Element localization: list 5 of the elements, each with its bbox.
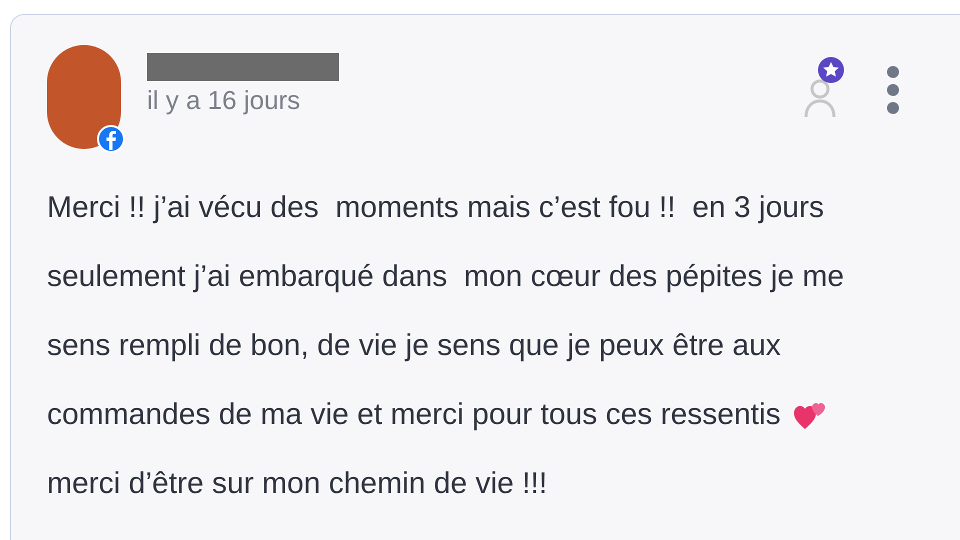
review-time: il y a 16 jours bbox=[147, 84, 302, 117]
review-text: Merci !! j’ai vécu des moments mais c’est fou !! en 3 jours seulement j’ai embarqué dans mon cœur des pépites je me sens rempli de bon, de vie je sens que je peux être aux commandes de ma vie et merci pour tous ces ressentis merci d’être sur mon chemin de vie !!! bbox=[47, 190, 846, 502]
facebook-icon bbox=[97, 125, 125, 153]
more-options-icon[interactable] bbox=[886, 65, 900, 115]
user-star-icon bbox=[802, 55, 846, 119]
